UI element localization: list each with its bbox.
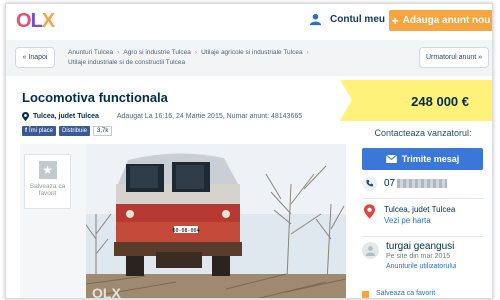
divider <box>362 198 484 199</box>
facebook-like-button[interactable]: f Îmi place <box>22 126 57 136</box>
listing-meta: Tulcea, judet Tulcea Adaugat La 16:16, 2… <box>22 112 302 121</box>
send-message-label: Trimite mesaj <box>401 154 460 164</box>
photo-gallery: ★ Salveaza ca favorit 60-08-004 OLX <box>20 144 346 299</box>
breadcrumb-item[interactable]: Utilaje agricole si industriale Tulcea <box>201 49 303 56</box>
send-message-button[interactable]: Trimite mesaj <box>362 148 483 170</box>
save-favorite-sidebar-label: Salveaza ca favorit <box>376 290 436 297</box>
breadcrumb: Anunturi Tulcea › Agro si industrie Tulcea… <box>68 48 368 68</box>
logo-letter-x: X <box>41 10 55 32</box>
account-label: Contul meu <box>330 14 385 25</box>
user-ads-link[interactable]: Anunturile utilizatorului <box>386 262 456 272</box>
social-buttons: f Îmi place Distribuie 3,7k <box>22 126 113 136</box>
listing-photo[interactable]: 60-08-004 OLX <box>86 144 346 299</box>
breadcrumb-item[interactable]: Anunturi Tulcea <box>68 49 113 56</box>
save-favorite-label: Salveaza ca favorit <box>29 183 66 197</box>
location-row: Tulcea, judet Tulcea Vezi pe harta <box>362 204 455 226</box>
share-button[interactable]: Distribuie <box>59 126 91 136</box>
top-header: OLX Contul meu + Adauga anunt nou <box>6 4 492 38</box>
favorite-checkbox[interactable] <box>362 291 369 298</box>
save-favorite-button[interactable]: ★ Salveaza ca favorit <box>24 154 71 209</box>
avatar <box>362 242 379 259</box>
facebook-icon: f <box>25 128 27 134</box>
breadcrumb-separator: › <box>194 49 198 56</box>
phone-hidden-digits <box>397 178 448 188</box>
map-pin-icon <box>362 204 377 219</box>
save-favorite-row[interactable]: Salveaza ca favorit <box>362 290 435 298</box>
contact-seller-label: Contacteaza vanzatorul: <box>374 128 472 138</box>
olx-logo[interactable]: OLX <box>16 10 55 33</box>
post-ad-button[interactable]: + Adauga anunt nou <box>389 10 492 31</box>
logo-letter-l: L <box>30 10 43 32</box>
breadcrumb-bar: « Inapoi Anunturi Tulcea › Agro si industr… <box>6 40 492 76</box>
view-map-link[interactable]: Vezi pe harta <box>384 215 455 226</box>
seller-row: turgai geangusi Pe site din mar 2015 Anu… <box>362 242 456 272</box>
facebook-like-label: Îmi place <box>29 128 54 134</box>
next-ad-button[interactable]: Urmatorul anunt » <box>419 47 489 68</box>
locomotive-image: 60-08-004 OLX <box>86 144 346 299</box>
seller-name[interactable]: turgai geangusi <box>386 242 456 252</box>
user-icon <box>309 13 322 26</box>
listing-price: 248 000 € <box>411 94 469 109</box>
olx-watermark: OLX <box>92 285 121 299</box>
back-button[interactable]: « Inapoi <box>15 47 55 68</box>
post-ad-label: Adauga anunt nou <box>402 15 491 26</box>
browser-page: OLX Contul meu + Adauga anunt nou « Inap… <box>5 3 493 299</box>
listing-title: Locomotiva functionala <box>22 90 168 105</box>
envelope-icon <box>385 155 397 163</box>
breadcrumb-item[interactable]: Utilaje industriale si de constructii Tu… <box>68 59 185 66</box>
account-link[interactable]: Contul meu <box>309 13 385 26</box>
phone-icon <box>362 176 377 191</box>
phone-prefix: 07 <box>384 178 396 189</box>
location-pin-icon <box>22 112 29 121</box>
star-icon: ★ <box>38 161 57 179</box>
seller-location: Tulcea, judet Tulcea <box>384 205 456 214</box>
logo-letter-o: O <box>16 10 32 32</box>
breadcrumb-separator: › <box>306 49 309 56</box>
plus-icon: + <box>391 13 399 28</box>
breadcrumb-item[interactable]: Agro si industrie Tulcea <box>123 49 191 56</box>
phone-row[interactable]: 07 <box>362 176 448 191</box>
divider <box>362 236 484 237</box>
price-tag-notch <box>340 80 352 120</box>
member-since: Pe site din mar 2015 <box>386 253 451 260</box>
price-tag: 248 000 € <box>340 80 492 121</box>
breadcrumb-separator: › <box>117 49 120 56</box>
listing-content: Locomotiva functionala Tulcea, judet Tul… <box>6 76 492 299</box>
listing-location[interactable]: Tulcea, judet Tulcea <box>33 113 99 120</box>
listing-posted-info: Adaugat La 16:16, 24 Martie 2015, Numar … <box>116 113 303 120</box>
share-count: 3,7k <box>93 126 113 136</box>
seller-sidebar: 248 000 € Contacteaza vanzatorul: Trimit… <box>340 76 492 298</box>
locomotive-number: 60-08-004 <box>172 228 199 234</box>
